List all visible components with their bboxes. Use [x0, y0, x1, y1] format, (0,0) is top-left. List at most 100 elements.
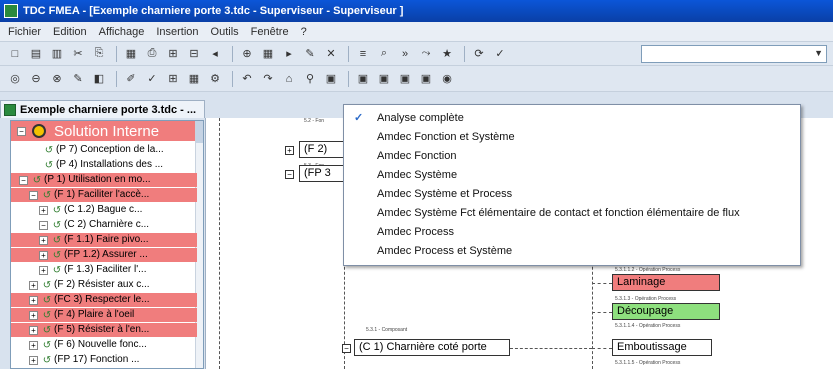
- tree-row[interactable]: + ↺ (C 1.2) Bague c...: [11, 203, 197, 217]
- copy-icon[interactable]: ⎘: [90, 45, 108, 63]
- tree-row[interactable]: + ↺ (F 2) Résister aux c...: [11, 278, 197, 292]
- save-icon[interactable]: ▥: [48, 45, 66, 63]
- undo-icon[interactable]: ↶: [238, 70, 256, 88]
- chevron-down-icon[interactable]: ▼: [814, 48, 823, 58]
- chart-icon[interactable]: ◧: [90, 70, 108, 88]
- tree-row[interactable]: + ↺ (FC 3) Respecter le...: [11, 293, 197, 307]
- tree-row[interactable]: + ↺ (F 1.3) Faciliter l'...: [11, 263, 197, 277]
- expand-icon[interactable]: +: [39, 205, 48, 215]
- tree-row[interactable]: − ↺ (C 2) Charnière c...: [11, 218, 197, 232]
- zoom-icon[interactable]: ⌕: [375, 45, 393, 63]
- tree-view-icon[interactable]: ⊞: [164, 70, 182, 88]
- tree-row[interactable]: ↺ (P 7) Conception de la...: [11, 143, 197, 157]
- draw-icon[interactable]: ✐: [122, 70, 140, 88]
- style-combo[interactable]: ▼: [641, 44, 827, 63]
- spellcheck-icon[interactable]: ✓: [491, 45, 509, 63]
- expand-icon[interactable]: +: [29, 340, 38, 350]
- tree-row[interactable]: + ↺ (F 5) Résister à l'en...: [11, 323, 197, 337]
- tree-row[interactable]: + ↺ (FP 1.2) Assurer ...: [11, 248, 197, 262]
- dropdown-item[interactable]: Amdec Système: [344, 166, 800, 185]
- branch-icon[interactable]: ⤳: [417, 45, 435, 63]
- menu-item[interactable]: Edition: [53, 26, 87, 38]
- zoom-in-icon[interactable]: ◎: [6, 70, 24, 88]
- menu-item[interactable]: Fichier: [8, 26, 41, 38]
- open-icon[interactable]: ▤: [27, 45, 45, 63]
- tag-icon[interactable]: ⌂: [280, 70, 298, 88]
- expand-icon[interactable]: +: [29, 355, 38, 365]
- view2-icon[interactable]: ▣: [354, 70, 372, 88]
- expand-icon[interactable]: +: [39, 265, 48, 275]
- tree2-icon[interactable]: ⊟: [185, 45, 203, 63]
- expand-icon[interactable]: +: [39, 235, 48, 245]
- node-laminage[interactable]: Laminage: [612, 274, 720, 291]
- tree-row[interactable]: + ↺ (F 4) Plaire à l'oeil: [11, 308, 197, 322]
- expand-icon[interactable]: +: [29, 325, 38, 335]
- forward-icon[interactable]: »: [396, 45, 414, 63]
- pin-icon[interactable]: ✎: [301, 45, 319, 63]
- globe-icon[interactable]: ◉: [438, 70, 456, 88]
- hide-icon[interactable]: ✕: [322, 45, 340, 63]
- tree-row[interactable]: − ↺ (P 1) Utilisation en mo...: [11, 173, 197, 187]
- view5-icon[interactable]: ▣: [417, 70, 435, 88]
- tree-icon[interactable]: ⊞: [164, 45, 182, 63]
- scroll-thumb[interactable]: [196, 121, 203, 143]
- dropdown-item[interactable]: Amdec Process: [344, 223, 800, 242]
- view1-icon[interactable]: ▣: [322, 70, 340, 88]
- table-icon[interactable]: ▦: [185, 70, 203, 88]
- insert-icon[interactable]: ⊕: [238, 45, 256, 63]
- nav-left-icon[interactable]: ◂: [206, 45, 224, 63]
- dropdown-item[interactable]: Amdec Fonction: [344, 147, 800, 166]
- dropdown-item[interactable]: Amdec Fonction et Système: [344, 128, 800, 147]
- node-decoupage[interactable]: Découpage: [612, 303, 720, 320]
- expand-icon[interactable]: +: [29, 280, 38, 290]
- star-icon[interactable]: ★: [438, 45, 456, 63]
- menu-item[interactable]: Insertion: [156, 26, 198, 38]
- redo-icon[interactable]: ↷: [259, 70, 277, 88]
- menu-item[interactable]: Outils: [211, 26, 239, 38]
- tree-row[interactable]: ↺ (P 4) Installations des ...: [11, 158, 197, 172]
- zoom-fit-icon[interactable]: ⊗: [48, 70, 66, 88]
- node-emboutissage[interactable]: Emboutissage: [612, 339, 712, 356]
- collapse-icon[interactable]: −: [29, 190, 38, 200]
- expand-icon[interactable]: +: [39, 250, 48, 260]
- tree-row[interactable]: + ↺ (F 6) Nouvelle fonc...: [11, 338, 197, 352]
- view3-icon[interactable]: ▣: [375, 70, 393, 88]
- list-icon[interactable]: ≡: [354, 45, 372, 63]
- dropdown-item[interactable]: Amdec Système et Process: [344, 185, 800, 204]
- grid-icon[interactable]: ▦: [259, 45, 277, 63]
- expand-icon[interactable]: +: [285, 146, 294, 155]
- expand-icon[interactable]: +: [29, 310, 38, 320]
- print-icon[interactable]: ⎙: [143, 45, 161, 63]
- document-tab[interactable]: Exemple charniere porte 3.tdc - ...: [0, 100, 205, 118]
- node-c1[interactable]: (C 1) Charnière coté porte: [354, 339, 510, 356]
- collapse-icon[interactable]: −: [39, 220, 48, 230]
- dropdown-item[interactable]: Amdec Système Fct élémentaire de contact…: [344, 204, 800, 223]
- node-fp3[interactable]: (FP 3: [299, 165, 345, 182]
- dropdown-item[interactable]: ✓ Analyse complète: [344, 109, 800, 128]
- zoom-out-icon[interactable]: ⊖: [27, 70, 45, 88]
- refresh-icon[interactable]: ⟳: [470, 45, 488, 63]
- cut-icon[interactable]: ✂: [69, 45, 87, 63]
- tree-row[interactable]: + ↺ (FP 17) Fonction ...: [11, 353, 197, 367]
- collapse-icon[interactable]: −: [285, 170, 294, 179]
- new-icon[interactable]: □: [6, 45, 24, 63]
- check-icon[interactable]: ✓: [143, 70, 161, 88]
- edit-icon[interactable]: ✎: [69, 70, 87, 88]
- tree-row[interactable]: + ↺ (F 1.1) Faire pivo...: [11, 233, 197, 247]
- collapse-icon[interactable]: −: [342, 344, 351, 353]
- node-f2[interactable]: (F 2): [299, 141, 345, 158]
- filter-icon[interactable]: ⚲: [301, 70, 319, 88]
- expand-icon[interactable]: +: [29, 295, 38, 305]
- paste-icon[interactable]: ▦: [122, 45, 140, 63]
- menu-item[interactable]: ?: [301, 26, 307, 38]
- tree-row[interactable]: − ↺ (F 1) Faciliter l'accè...: [11, 188, 197, 202]
- view4-icon[interactable]: ▣: [396, 70, 414, 88]
- play-icon[interactable]: ▸: [280, 45, 298, 63]
- collapse-icon[interactable]: −: [17, 126, 26, 136]
- tree-root[interactable]: − Solution Interne: [11, 121, 197, 141]
- dropdown-item[interactable]: Amdec Process et Système: [344, 242, 800, 261]
- collapse-icon[interactable]: −: [19, 175, 28, 185]
- menu-item[interactable]: Affichage: [99, 26, 145, 38]
- settings-icon[interactable]: ⚙: [206, 70, 224, 88]
- menu-item[interactable]: Fenêtre: [251, 26, 289, 38]
